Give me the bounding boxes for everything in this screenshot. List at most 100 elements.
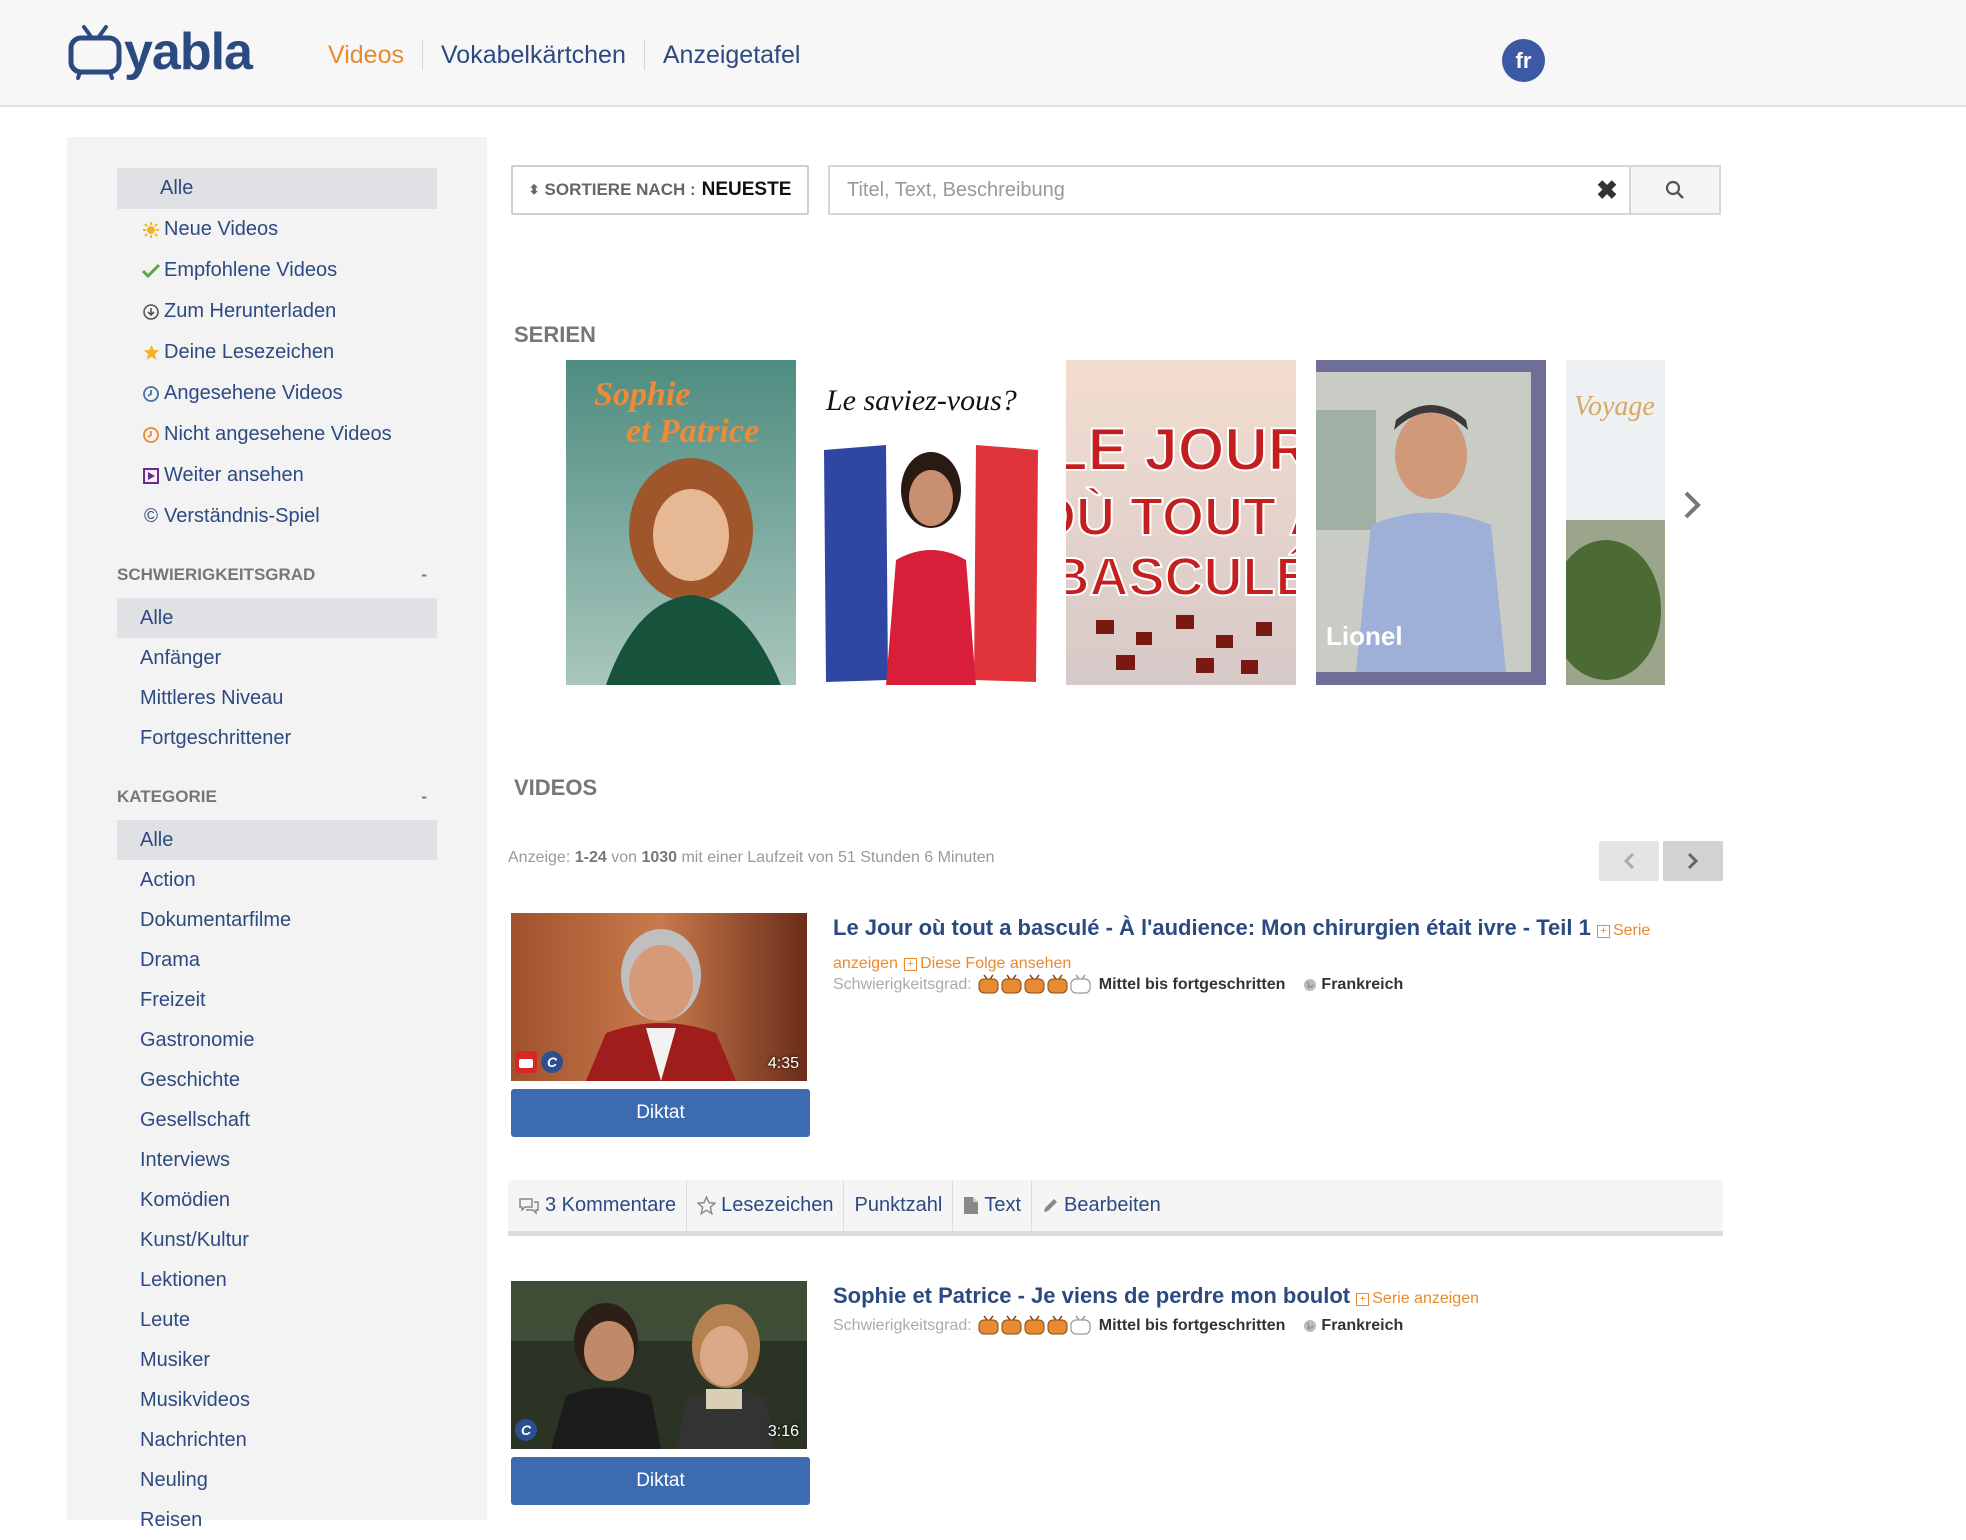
tv-filled-icon: [1047, 1315, 1068, 1335]
comments-action[interactable]: 3 Kommentare: [508, 1180, 686, 1231]
tv-logo-icon: [68, 25, 122, 80]
yabla-logo[interactable]: yabla: [68, 24, 253, 80]
filter-label: Angesehene Videos: [164, 382, 343, 404]
series-carousel: Sophie et Patrice Le saviez-vous? LE JOU…: [566, 360, 1666, 685]
category-item[interactable]: Lektionen: [117, 1260, 437, 1300]
language-badge[interactable]: fr: [1502, 39, 1545, 82]
category-item[interactable]: Musiker: [117, 1340, 437, 1380]
category-item[interactable]: Musikvideos: [117, 1380, 437, 1420]
category-item[interactable]: Reisen: [117, 1500, 437, 1540]
sort-value: NEUESTE: [701, 179, 792, 200]
category-item[interactable]: Gesellschaft: [117, 1100, 437, 1140]
next-page-button[interactable]: [1663, 841, 1723, 881]
svg-text:C: C: [521, 1422, 532, 1438]
video-title[interactable]: Sophie et Patrice - Je viens de perdre m…: [833, 1283, 1350, 1308]
category-item[interactable]: Kunst/Kultur: [117, 1220, 437, 1260]
text-action[interactable]: Text: [952, 1180, 1031, 1231]
source-badges: C: [515, 1051, 563, 1073]
difficulty-list: Alle Anfänger Mittleres Niveau Fortgesch…: [117, 598, 437, 758]
category-item[interactable]: Freizeit: [117, 980, 437, 1020]
category-item[interactable]: Dokumentarfilme: [117, 900, 437, 940]
pager-suffix: mit einer Laufzeit von 51 Stunden 6 Minu…: [677, 849, 995, 866]
filter-unwatched[interactable]: Nicht angesehene Videos: [117, 414, 437, 455]
filter-bookmarks[interactable]: Deine Lesezeichen: [117, 332, 437, 373]
video-action-bar: 3 Kommentare Lesezeichen Punktzahl Text …: [508, 1180, 1723, 1236]
series-poster: Sophie et Patrice: [566, 360, 796, 685]
prev-page-button[interactable]: [1599, 841, 1659, 881]
dictation-button[interactable]: Diktat: [511, 1457, 810, 1505]
difficulty-label: Schwierigkeitsgrad:: [833, 975, 972, 993]
tv-empty-icon: [1070, 1315, 1091, 1335]
sort-arrows-icon: ⬍: [528, 182, 540, 197]
video-thumbnail[interactable]: C 3:16: [511, 1281, 807, 1449]
nav-videos[interactable]: Videos: [310, 40, 422, 70]
show-episode-link[interactable]: + Diese Folge ansehen: [904, 955, 1071, 972]
difficulty-advanced[interactable]: Fortgeschrittener: [117, 718, 437, 758]
dictation-button[interactable]: Diktat: [511, 1089, 810, 1137]
series-card-lionel[interactable]: Lionel: [1316, 360, 1546, 685]
search-button[interactable]: [1629, 167, 1719, 213]
nav-vokabelkaertchen[interactable]: Vokabelkärtchen: [422, 40, 644, 70]
chevron-right-icon[interactable]: [1683, 490, 1701, 528]
tv-filled-icon: [1047, 974, 1068, 994]
play-icon: [140, 467, 162, 484]
difficulty-beginner[interactable]: Anfänger: [117, 638, 437, 678]
video-entry: C 3:16 Diktat Sophie et Patrice - Je vie…: [511, 1281, 1724, 1511]
tv-filled-icon: [1001, 974, 1022, 994]
category-item[interactable]: Geschichte: [117, 1060, 437, 1100]
pager-prefix: Anzeige:: [508, 849, 575, 866]
filter-watched[interactable]: Angesehene Videos: [117, 373, 437, 414]
filter-comprehension-game[interactable]: © Verständnis-Spiel: [117, 496, 437, 537]
score-action[interactable]: Punktzahl: [843, 1180, 952, 1231]
bookmark-action[interactable]: Lesezeichen: [686, 1180, 843, 1231]
search-input[interactable]: [830, 167, 1585, 213]
filter-all[interactable]: Alle: [117, 168, 437, 209]
nav-anzeigetafel[interactable]: Anzeigetafel: [643, 40, 819, 70]
search-icon: [1665, 180, 1684, 199]
download-icon: [140, 303, 162, 320]
filter-download[interactable]: Zum Herunterladen: [117, 291, 437, 332]
category-heading[interactable]: KATEGORIE -: [117, 787, 437, 807]
category-item[interactable]: Action: [117, 860, 437, 900]
series-card-le-jour[interactable]: LE JOUR OÙ TOUT A BASCULÉ: [1066, 360, 1296, 685]
series-card-voyage[interactable]: Voyage: [1566, 360, 1665, 685]
video-title[interactable]: Le Jour où tout a basculé - À l'audience…: [833, 915, 1591, 940]
collapse-toggle[interactable]: -: [421, 787, 427, 807]
category-item[interactable]: Nachrichten: [117, 1420, 437, 1460]
difficulty-rating: [978, 974, 1093, 995]
filter-continue[interactable]: Weiter ansehen: [117, 455, 437, 496]
clear-icon[interactable]: ✖: [1585, 167, 1629, 213]
category-item[interactable]: Interviews: [117, 1140, 437, 1180]
filter-label: Neue Videos: [164, 218, 279, 240]
series-caption: Lionel: [1326, 621, 1403, 651]
category-item[interactable]: Neuling: [117, 1460, 437, 1500]
pencil-icon: [1044, 1199, 1058, 1212]
plus-icon: +: [1596, 925, 1610, 938]
series-card-sophie[interactable]: Sophie et Patrice: [566, 360, 796, 685]
filter-recommended[interactable]: Empfohlene Videos: [117, 250, 437, 291]
show-series-link[interactable]: + Serie anzeigen: [1356, 1290, 1479, 1307]
filter-label: Zum Herunterladen: [164, 300, 337, 322]
category-item[interactable]: Komödien: [117, 1180, 437, 1220]
category-item[interactable]: Drama: [117, 940, 437, 980]
video-country: Frankreich: [1321, 1316, 1404, 1334]
difficulty-label: Schwierigkeitsgrad:: [833, 1316, 972, 1334]
edit-action[interactable]: Bearbeiten: [1031, 1180, 1171, 1231]
category-item[interactable]: Leute: [117, 1300, 437, 1340]
document-icon: [964, 1197, 979, 1214]
difficulty-all[interactable]: Alle: [117, 598, 437, 638]
sort-button[interactable]: ⬍ SORTIERE NACH : NEUESTE: [511, 165, 809, 215]
category-item[interactable]: Gastronomie: [117, 1020, 437, 1060]
difficulty-intermediate[interactable]: Mittleres Niveau: [117, 678, 437, 718]
collapse-toggle[interactable]: -: [421, 565, 427, 585]
filter-label: Deine Lesezeichen: [164, 341, 335, 363]
video-thumbnail[interactable]: C 4:35: [511, 913, 807, 1081]
star-outline-icon: [697, 1196, 717, 1215]
series-card-le-saviez-vous[interactable]: Le saviez-vous?: [816, 360, 1046, 685]
filter-label: Verständnis-Spiel: [164, 505, 320, 527]
filter-new-videos[interactable]: Neue Videos: [117, 209, 437, 250]
series-poster: LE JOUR OÙ TOUT A BASCULÉ: [1066, 360, 1296, 685]
category-item[interactable]: Alle: [117, 820, 437, 860]
channel-c-icon: C: [515, 1419, 537, 1441]
difficulty-heading[interactable]: SCHWIERIGKEITSGRAD -: [117, 565, 437, 585]
